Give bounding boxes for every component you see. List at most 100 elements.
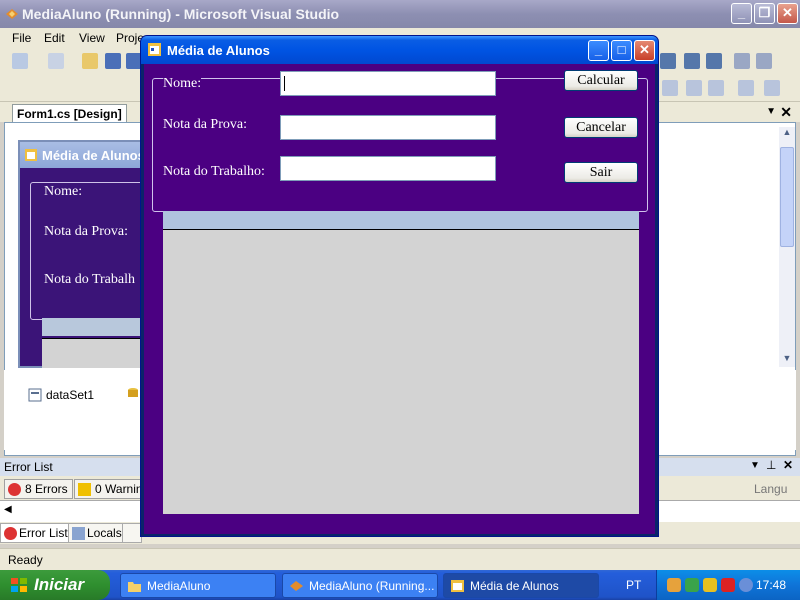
save-icon[interactable] <box>105 53 121 69</box>
task-label: Média de Alunos <box>470 579 559 593</box>
spacing-icon[interactable] <box>708 80 724 96</box>
windows-logo-icon <box>11 578 27 592</box>
scrollbar-thumb[interactable] <box>780 147 794 247</box>
app-title: Média de Alunos <box>167 43 270 58</box>
stop-icon[interactable] <box>684 53 700 69</box>
security-shield-icon[interactable] <box>703 578 717 592</box>
dataset-icon <box>28 388 42 402</box>
restore-icon[interactable]: ❐ <box>754 3 775 24</box>
visual-studio-icon <box>290 581 303 591</box>
tab-locals[interactable]: Locals <box>68 523 127 543</box>
antivirus-icon[interactable] <box>721 578 735 592</box>
label-nome: Nome: <box>163 76 202 92</box>
sair-button[interactable]: Sair <box>564 162 638 183</box>
data-grid-body[interactable] <box>163 230 639 514</box>
design-form-title: Média de Alunos <box>20 142 146 168</box>
label-nota-prova: Nota da Prova: <box>163 117 247 133</box>
design-label-prova: Nota da Prova: <box>44 224 128 239</box>
input-groupbox <box>152 78 648 212</box>
scroll-up-icon[interactable]: ▲ <box>780 127 794 141</box>
task-label: MediaAluno (Running... <box>309 579 435 593</box>
tab-error-list[interactable]: Error List <box>0 523 73 543</box>
taskbar: Iniciar MediaAluno MediaAluno (Running..… <box>0 570 800 600</box>
visual-studio-icon <box>6 9 18 19</box>
tray-dataset1[interactable]: dataSet1 <box>46 388 94 402</box>
scroll-left-icon[interactable]: ◀ <box>4 504 12 515</box>
design-label-nome: Nome: <box>44 184 83 199</box>
column-header-language[interactable]: Langu <box>754 482 787 496</box>
close-document-icon[interactable]: ✕ <box>780 104 792 121</box>
media-alunos-window[interactable]: Média de Alunos _ □ ✕ Nome: Nota da Prov… <box>140 35 659 537</box>
app-client-area: Nome: Nota da Prova: Nota do Trabalho: C… <box>144 64 655 534</box>
tab-locals-label: Locals <box>87 526 122 540</box>
status-bar: Ready <box>0 548 800 570</box>
design-form-title-text: Média de Alunos <box>42 148 145 163</box>
form-icon <box>148 43 161 56</box>
binding-source-icon <box>128 388 138 397</box>
design-time-form[interactable]: Média de Alunos Nome: Nota da Prova: Not… <box>18 140 172 368</box>
warnings-count: 0 Warnin <box>95 482 143 496</box>
clock[interactable]: 17:48 <box>756 578 786 592</box>
errors-count: 8 Errors <box>25 482 68 496</box>
close-icon[interactable]: ✕ <box>634 40 655 61</box>
text-caret <box>284 76 285 91</box>
warning-icon <box>78 483 91 496</box>
start-button[interactable]: Iniciar <box>0 570 110 600</box>
designer-scrollbar[interactable]: ▲ ▼ <box>779 127 795 367</box>
menu-file[interactable]: File <box>12 31 31 45</box>
menu-view[interactable]: View <box>79 31 105 45</box>
warnings-filter-button[interactable]: 0 Warnin <box>74 479 148 499</box>
app-title-bar[interactable]: Média de Alunos _ □ ✕ <box>141 36 658 64</box>
language-indicator[interactable]: PT <box>626 578 641 592</box>
minimize-icon[interactable]: _ <box>731 3 752 24</box>
layout-icon[interactable] <box>764 80 780 96</box>
maximize-icon[interactable]: □ <box>611 40 632 61</box>
tab-more[interactable] <box>122 523 142 543</box>
add-item-icon[interactable] <box>48 53 64 69</box>
vs-title-bar[interactable]: MediaAluno (Running) - Microsoft Visual … <box>0 0 800 28</box>
vs-window-title: MediaAluno (Running) - Microsoft Visual … <box>22 6 340 22</box>
close-panel-icon[interactable]: ✕ <box>783 458 793 472</box>
menu-edit[interactable]: Edit <box>44 31 65 45</box>
form-icon <box>25 149 37 161</box>
folder-icon <box>128 582 141 592</box>
design-label-trabalho: Nota do Trabalh <box>44 272 135 287</box>
error-list-title: Error List <box>4 460 53 474</box>
tray-app-icon[interactable] <box>667 578 681 592</box>
tab-order-icon[interactable] <box>738 80 754 96</box>
errors-filter-button[interactable]: 8 Errors <box>4 479 73 499</box>
bookmark-icon[interactable] <box>734 53 750 69</box>
order-icon[interactable] <box>686 80 702 96</box>
system-tray: 17:48 <box>656 570 800 600</box>
close-icon[interactable]: ✕ <box>777 3 798 24</box>
scroll-down-icon[interactable]: ▼ <box>780 353 794 367</box>
task-media-de-alunos[interactable]: Média de Alunos <box>443 573 599 598</box>
network-icon[interactable] <box>685 578 699 592</box>
form-icon <box>451 580 464 592</box>
status-text: Ready <box>8 553 43 567</box>
step-icon[interactable] <box>706 53 722 69</box>
cancelar-button[interactable]: Cancelar <box>564 117 638 138</box>
pin-icon[interactable]: ⊥ <box>766 458 776 472</box>
data-grid-header[interactable] <box>163 211 639 230</box>
open-folder-icon[interactable] <box>82 53 98 69</box>
chevron-down-icon[interactable]: ▼ <box>750 460 760 471</box>
tab-form1-design[interactable]: Form1.cs [Design] <box>12 104 127 122</box>
chevron-down-icon[interactable]: ▼ <box>766 106 776 117</box>
tab-error-list-label: Error List <box>19 526 68 540</box>
nota-prova-input[interactable] <box>280 115 496 140</box>
task-mediaaluno-folder[interactable]: MediaAluno <box>120 573 276 598</box>
task-visual-studio[interactable]: MediaAluno (Running... <box>282 573 438 598</box>
nota-trabalho-input[interactable] <box>280 156 496 181</box>
calcular-button[interactable]: Calcular <box>564 70 638 91</box>
label-nota-trabalho: Nota do Trabalho: <box>163 164 265 180</box>
debug-icon[interactable] <box>660 53 676 69</box>
new-project-icon[interactable] <box>12 53 28 69</box>
minimize-icon[interactable]: _ <box>588 40 609 61</box>
volume-icon[interactable] <box>739 578 753 592</box>
find-icon[interactable] <box>756 53 772 69</box>
align-icon[interactable] <box>662 80 678 96</box>
nome-input[interactable] <box>280 71 496 96</box>
task-label: MediaAluno <box>147 579 211 593</box>
start-label: Iniciar <box>34 575 85 594</box>
